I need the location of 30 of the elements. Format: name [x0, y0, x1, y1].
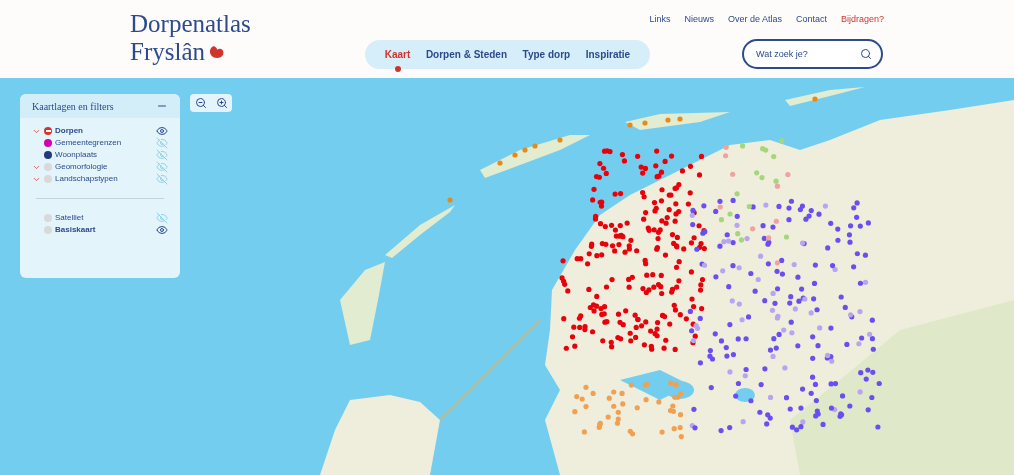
top-link[interactable]: Contact	[795, 13, 827, 27]
layer-label[interactable]: Woonplaats	[55, 149, 98, 161]
top-link[interactable]: Bijdragen?	[840, 13, 884, 27]
layer-label[interactable]: Gemeentegrenzen	[55, 137, 122, 149]
layer-label[interactable]: Geomorfologie	[55, 161, 108, 173]
top-link[interactable]: Links	[649, 13, 671, 27]
heart-logo-icon	[209, 45, 225, 59]
top-link[interactable]: Nieuws	[684, 13, 714, 27]
eye-icon[interactable]	[156, 224, 168, 236]
nav-tab[interactable]: Dorpen & Steden	[425, 47, 507, 62]
logo[interactable]: Dorpenatlas Fryslân	[130, 10, 251, 66]
layer-label[interactable]: Dorpen	[55, 125, 83, 137]
eye-off-icon[interactable]	[156, 149, 168, 161]
nav-tab[interactable]: Inspiratie	[585, 47, 631, 62]
zoom-in-button[interactable]	[215, 97, 228, 109]
nav-tab[interactable]: Kaart	[384, 47, 411, 62]
zoom-out-button[interactable]	[194, 97, 207, 109]
layer-label[interactable]: Satelliet	[55, 212, 84, 224]
search-field[interactable]: Wat zoek je?	[742, 39, 883, 69]
zoom-out-icon	[194, 97, 207, 109]
search-icon[interactable]	[860, 48, 872, 60]
layer-label[interactable]: Landschapstypen	[55, 173, 118, 185]
eye-off-icon[interactable]	[156, 173, 168, 185]
eye-icon[interactable]	[156, 125, 168, 137]
panel-title: Kaartlagen en filters	[32, 99, 114, 114]
zoom-in-icon	[215, 97, 228, 109]
layer-label[interactable]: Basiskaart	[55, 224, 96, 236]
eye-off-icon[interactable]	[156, 161, 168, 173]
nav-tab[interactable]: Type dorp	[522, 47, 571, 62]
top-link[interactable]: Over de Atlas	[727, 13, 782, 27]
